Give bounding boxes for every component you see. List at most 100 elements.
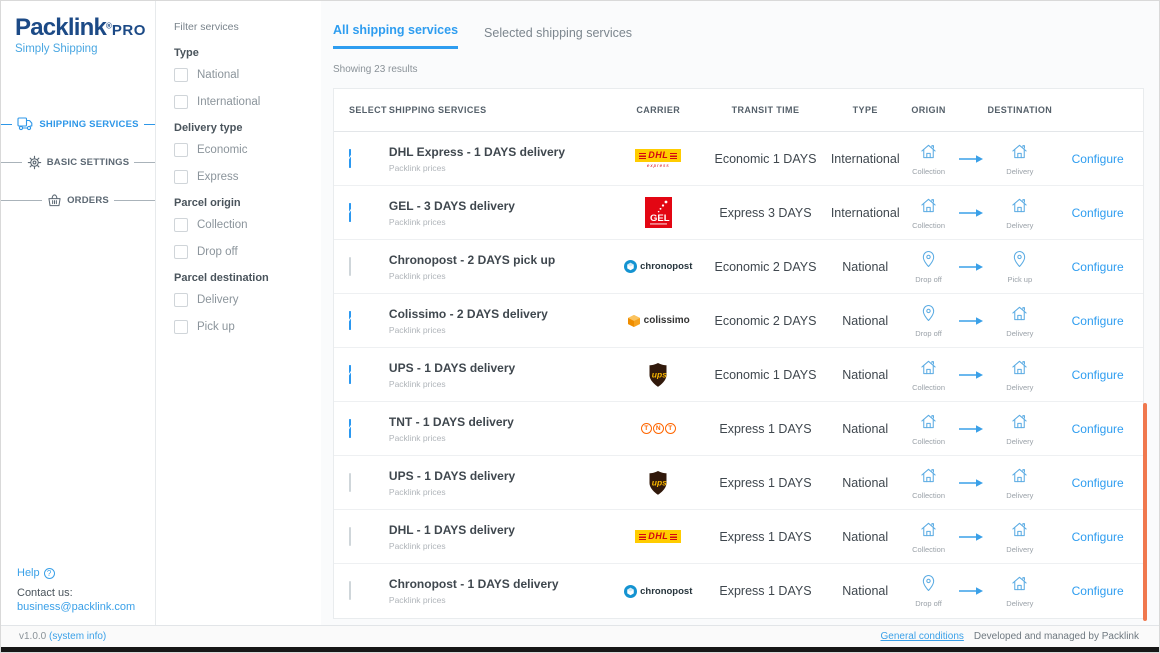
transit-time: Express 1 DAYS	[703, 422, 828, 436]
filter-checkbox[interactable]	[174, 170, 188, 184]
configure-link[interactable]: Configure	[1072, 260, 1124, 274]
row-checkbox[interactable]	[349, 149, 351, 168]
filter-checkbox[interactable]	[174, 143, 188, 157]
colissimo-logo: colissimo	[627, 314, 690, 328]
filter-option-national[interactable]: National	[174, 68, 311, 82]
filter-option-economic[interactable]: Economic	[174, 143, 311, 157]
service-name: DHL Express - 1 DAYS delivery	[389, 145, 613, 159]
help-link[interactable]: Help ?	[17, 567, 145, 579]
row-checkbox[interactable]	[349, 257, 351, 276]
transit-time: Express 3 DAYS	[703, 206, 828, 220]
sidebar-item-orders[interactable]: ORDERS	[1, 194, 155, 207]
brand-suffix: PRO	[112, 22, 146, 39]
tab-selected-shipping-services[interactable]: Selected shipping services	[484, 26, 632, 49]
filter-option-international[interactable]: International	[174, 95, 311, 109]
row-checkbox[interactable]	[349, 419, 351, 438]
sidebar-nav: SHIPPING SERVICES BASIC SETTINGS	[1, 93, 155, 231]
system-info-link[interactable]: (system info)	[49, 631, 106, 642]
filter-option-express[interactable]: Express	[174, 170, 311, 184]
sidebar-item-shipping-services[interactable]: SHIPPING SERVICES	[1, 117, 155, 131]
ups-logo: ups	[647, 470, 669, 496]
filter-checkbox[interactable]	[174, 293, 188, 307]
configure-link[interactable]: Configure	[1072, 422, 1124, 436]
filter-checkbox[interactable]	[174, 218, 188, 232]
configure-link[interactable]: Configure	[1072, 476, 1124, 490]
endpoint-label: Delivery	[1006, 167, 1033, 176]
configure-link[interactable]: Configure	[1072, 584, 1124, 598]
filter-option-label: Economic	[197, 144, 248, 156]
dhl-logo: DHL	[635, 530, 681, 543]
service-subtitle: Packlink prices	[389, 271, 613, 281]
filter-option-pick-up[interactable]: Pick up	[174, 320, 311, 334]
pin-icon	[1012, 250, 1027, 273]
filter-option-delivery[interactable]: Delivery	[174, 293, 311, 307]
filter-checkbox[interactable]	[174, 320, 188, 334]
packlink-pro-app: { "brand": { "name": "Packlink", "reg": …	[0, 0, 1160, 653]
contact-email-link[interactable]: business@packlink.com	[17, 601, 145, 613]
filter-group-label: Parcel origin	[174, 197, 311, 209]
destination-endpoint: Delivery	[987, 304, 1052, 338]
filter-option-label: Express	[197, 171, 239, 183]
header-select: SELECT	[334, 105, 389, 115]
service-type: National	[828, 314, 903, 328]
service-type: National	[828, 530, 903, 544]
service-name: GEL - 3 DAYS delivery	[389, 199, 613, 213]
service-name: Colissimo - 2 DAYS delivery	[389, 307, 613, 321]
row-checkbox[interactable]	[349, 311, 351, 330]
ups-logo: ups	[647, 362, 669, 388]
table-row: UPS - 1 DAYS delivery Packlink prices up…	[334, 456, 1143, 510]
filter-option-drop-off[interactable]: Drop off	[174, 245, 311, 259]
sidebar-item-label: BASIC SETTINGS	[47, 157, 130, 168]
row-checkbox[interactable]	[349, 365, 351, 384]
tnt-logo: TNT	[641, 423, 676, 434]
filter-group-label: Parcel destination	[174, 272, 311, 284]
filter-checkbox[interactable]	[174, 68, 188, 82]
endpoint-label: Delivery	[1006, 329, 1033, 338]
arrow-right-icon	[955, 316, 988, 326]
endpoint-label: Delivery	[1006, 383, 1033, 392]
carrier-logo: TNT	[613, 423, 703, 434]
table-header: SELECT SHIPPING SERVICES CARRIER TRANSIT…	[334, 89, 1143, 132]
configure-link[interactable]: Configure	[1072, 206, 1124, 220]
general-conditions-link[interactable]: General conditions	[881, 631, 964, 642]
vertical-scrollbar-thumb[interactable]	[1143, 403, 1147, 621]
header-destination: DESTINATION	[987, 105, 1052, 115]
configure-link[interactable]: Configure	[1072, 152, 1124, 166]
row-checkbox[interactable]	[349, 473, 351, 492]
results-count: Showing 23 results	[333, 64, 1159, 75]
origin-endpoint: Collection	[903, 142, 955, 176]
header-origin: ORIGIN	[903, 105, 955, 115]
configure-link[interactable]: Configure	[1072, 314, 1124, 328]
service-subtitle: Packlink prices	[389, 325, 613, 335]
dhl-express-logo: DHLexpress	[635, 149, 681, 168]
filter-checkbox[interactable]	[174, 245, 188, 259]
row-checkbox[interactable]	[349, 203, 351, 222]
header-transit-time: TRANSIT TIME	[703, 105, 828, 115]
origin-endpoint: Collection	[903, 196, 955, 230]
arrow-right-icon	[955, 424, 988, 434]
house-icon	[919, 358, 938, 381]
arrow-right-icon	[955, 532, 988, 542]
arrow-right-icon	[955, 478, 988, 488]
row-checkbox[interactable]	[349, 527, 351, 546]
table-row: Chronopost - 1 DAYS delivery Packlink pr…	[334, 564, 1143, 618]
bottom-strip	[1, 647, 1159, 652]
service-subtitle: Packlink prices	[389, 217, 613, 227]
destination-endpoint: Delivery	[987, 412, 1052, 446]
transit-time: Express 1 DAYS	[703, 476, 828, 490]
destination-endpoint: Delivery	[987, 196, 1052, 230]
tab-all-shipping-services[interactable]: All shipping services	[333, 23, 458, 49]
destination-endpoint: Delivery	[987, 142, 1052, 176]
destination-endpoint: Delivery	[987, 358, 1052, 392]
house-icon	[1010, 304, 1029, 327]
configure-link[interactable]: Configure	[1072, 368, 1124, 382]
table-row: GEL - 3 DAYS delivery Packlink prices GE…	[334, 186, 1143, 240]
filter-option-collection[interactable]: Collection	[174, 218, 311, 232]
sidebar-item-label: SHIPPING SERVICES	[39, 119, 138, 130]
row-checkbox[interactable]	[349, 581, 351, 600]
configure-link[interactable]: Configure	[1072, 530, 1124, 544]
header-type: TYPE	[828, 105, 903, 115]
service-type: National	[828, 584, 903, 598]
sidebar-item-basic-settings[interactable]: BASIC SETTINGS	[1, 155, 155, 170]
filter-checkbox[interactable]	[174, 95, 188, 109]
